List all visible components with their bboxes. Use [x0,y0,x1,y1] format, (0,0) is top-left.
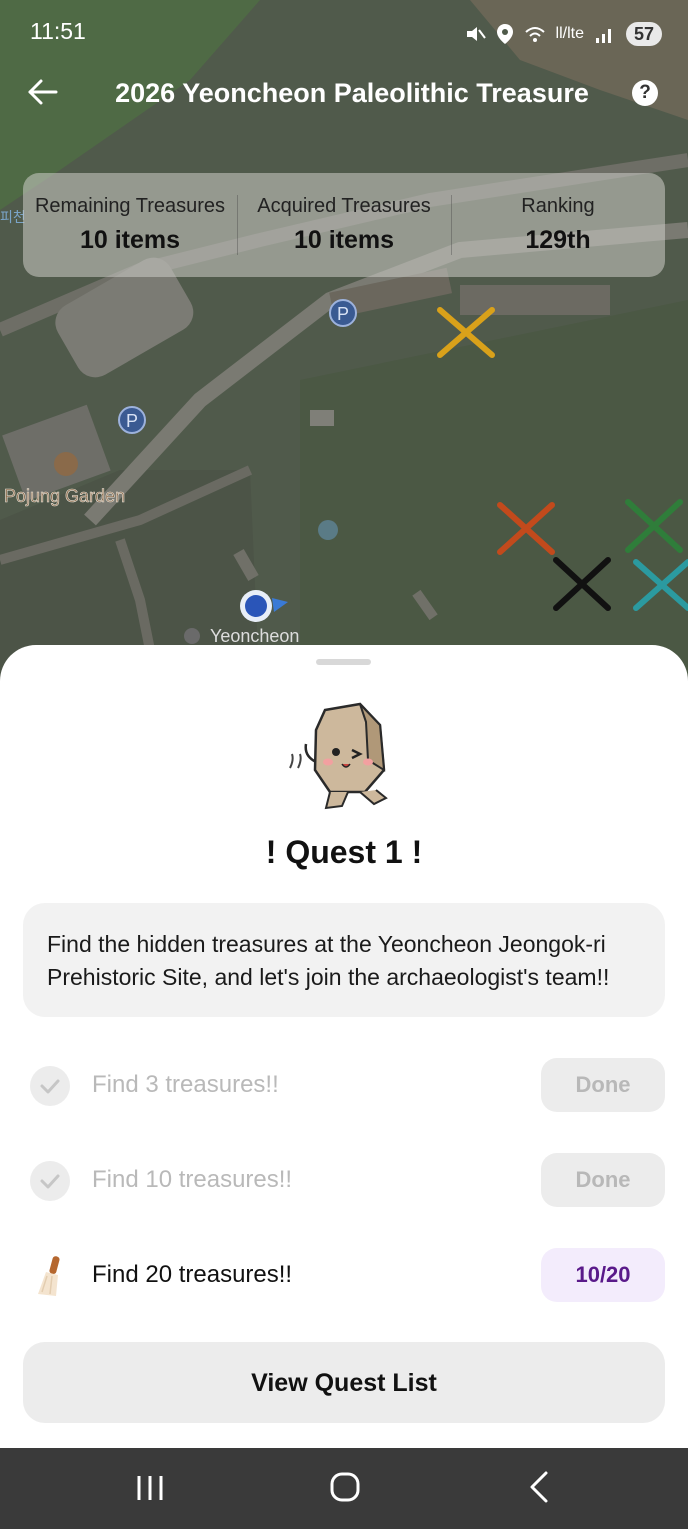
recent-apps-icon[interactable] [130,1470,170,1506]
location-icon [496,24,513,44]
map-label-garden: Pojung Garden [4,486,125,506]
system-back-icon[interactable] [522,1468,558,1506]
stat-label: Remaining Treasures [34,195,226,217]
stats-card: Remaining Treasures 10 items Acquired Tr… [23,173,665,277]
task-label: Find 3 treasures!! [92,1071,279,1098]
stat-ranking: Ranking 129th [451,173,665,277]
task-progress-badge: 10/20 [541,1248,665,1302]
task-item: Find 10 treasures!! Done [0,1153,688,1209]
check-icon [30,1161,70,1201]
network-text: ll/lte [555,25,584,42]
battery-icon: 57 [625,22,662,46]
stat-value: 10 items [79,226,181,254]
restaurant-marker[interactable] [54,452,78,476]
brush-icon [38,1256,60,1296]
home-icon[interactable] [326,1468,364,1506]
stat-remaining: Remaining Treasures 10 items [23,173,237,277]
task-item: Find 20 treasures!! 10/20 [0,1248,688,1304]
map-label-place: Yeoncheon [210,626,299,646]
check-icon [30,1066,70,1106]
task-label: Find 20 treasures!! [92,1261,293,1288]
svg-text:P: P [337,304,349,324]
system-nav-bar [0,1448,688,1529]
status-time: 11:51 [30,18,86,44]
svg-text:P: P [126,411,138,431]
task-status-badge: Done [541,1058,665,1112]
stat-label: Acquired Treasures [257,195,431,217]
view-quest-list-button[interactable]: View Quest List [23,1342,665,1423]
task-status-badge: Done [541,1153,665,1207]
signal-icon [595,29,611,43]
stat-value: 129th [525,226,591,254]
wifi-icon [524,27,545,42]
parking-marker[interactable]: P [118,406,146,434]
page-title: 2026 Yeoncheon Paleolithic Treasure [115,78,589,108]
stat-acquired: Acquired Treasures 10 items [237,173,451,277]
task-item: Find 3 treasures!! Done [0,1058,688,1114]
task-label: Find 10 treasures!! [92,1166,293,1193]
mute-icon [466,27,486,41]
parking-marker[interactable]: P [329,299,357,327]
stat-label: Ranking [521,195,595,217]
status-icons: ll/lte 57 [464,18,662,50]
quest-description: Find the hidden treasures at the Yeonche… [23,903,665,1017]
map-label-edge: 피천 [0,209,26,225]
sheet-drag-handle[interactable] [316,659,371,665]
stat-value: 10 items [293,226,395,254]
help-button[interactable]: ? [632,80,658,106]
quest-title: ! Quest 1 ! [265,834,423,870]
mascot-stone-character-icon [289,702,388,810]
